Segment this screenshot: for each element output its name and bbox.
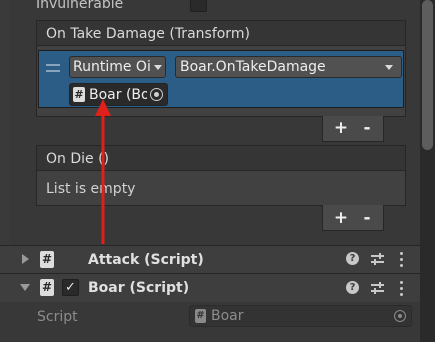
kebab-menu-icon[interactable]	[400, 252, 404, 267]
object-picker-icon[interactable]	[150, 88, 163, 101]
kebab-menu-icon[interactable]	[400, 281, 404, 296]
foldout-triangle-icon[interactable]	[22, 254, 29, 264]
vertical-scrollbar[interactable]	[420, 0, 435, 342]
on-die-header: On Die ()	[36, 145, 406, 171]
hash-script-icon: #	[73, 87, 85, 102]
invulnerable-label: Invulnerable	[36, 0, 124, 12]
object-picker-icon	[394, 310, 406, 322]
remove-listener-button[interactable]: -	[357, 118, 377, 138]
invulnerable-checkbox[interactable]	[190, 0, 207, 12]
listener-row[interactable]: Runtime Oi Boar.OnTakeDamage # Boar (Bo	[38, 50, 404, 108]
empty-list-text: List is empty	[46, 181, 136, 197]
function-dropdown[interactable]: Boar.OnTakeDamage	[175, 56, 402, 78]
attack-component-title: Attack (Script)	[88, 252, 204, 268]
take-damage-list: Runtime Oi Boar.OnTakeDamage # Boar (Bo	[36, 45, 406, 117]
hash-script-icon: #	[40, 251, 54, 268]
runtime-dropdown[interactable]: Runtime Oi	[69, 56, 166, 78]
checkmark-icon: ✓	[65, 280, 76, 295]
attack-component-header[interactable]: # Attack (Script) ?	[0, 245, 420, 273]
chevron-down-icon	[385, 65, 393, 70]
take-damage-header: On Take Damage (Transform)	[36, 20, 406, 46]
sliders-icon[interactable]	[371, 281, 384, 295]
boar-component-title: Boar (Script)	[88, 280, 190, 296]
runtime-dropdown-value: Runtime Oi	[73, 59, 151, 75]
target-object-value: Boar (Bo	[89, 87, 147, 103]
help-icon[interactable]: ?	[346, 252, 359, 265]
script-field-label: Script	[37, 309, 78, 325]
function-dropdown-value: Boar.OnTakeDamage	[180, 59, 326, 75]
enable-checkbox[interactable]: ✓	[62, 279, 79, 296]
target-object-field[interactable]: # Boar (Bo	[69, 83, 168, 106]
drag-handle-icon[interactable]	[46, 64, 60, 72]
on-die-list: List is empty	[36, 170, 406, 206]
hash-script-icon: #	[195, 309, 206, 323]
chevron-down-icon	[154, 65, 162, 70]
take-damage-title: On Take Damage (Transform)	[46, 26, 250, 42]
script-field-value: Boar	[211, 308, 244, 324]
add-die-listener-button[interactable]: +	[331, 208, 351, 228]
take-damage-footer: + -	[322, 116, 384, 142]
on-die-footer: + -	[322, 205, 384, 231]
hash-script-icon: #	[40, 279, 54, 296]
remove-die-listener-button[interactable]: -	[357, 208, 377, 228]
foldout-triangle-icon[interactable]	[20, 284, 30, 291]
on-die-title: On Die ()	[46, 151, 109, 167]
script-object-field: # Boar	[189, 305, 412, 327]
boar-component-header[interactable]: # ✓ Boar (Script) ?	[0, 273, 420, 302]
sliders-icon[interactable]	[371, 252, 384, 266]
left-gutter	[0, 0, 10, 245]
add-listener-button[interactable]: +	[331, 118, 351, 138]
scrollbar-thumb[interactable]	[422, 0, 433, 150]
help-icon[interactable]: ?	[346, 281, 359, 294]
